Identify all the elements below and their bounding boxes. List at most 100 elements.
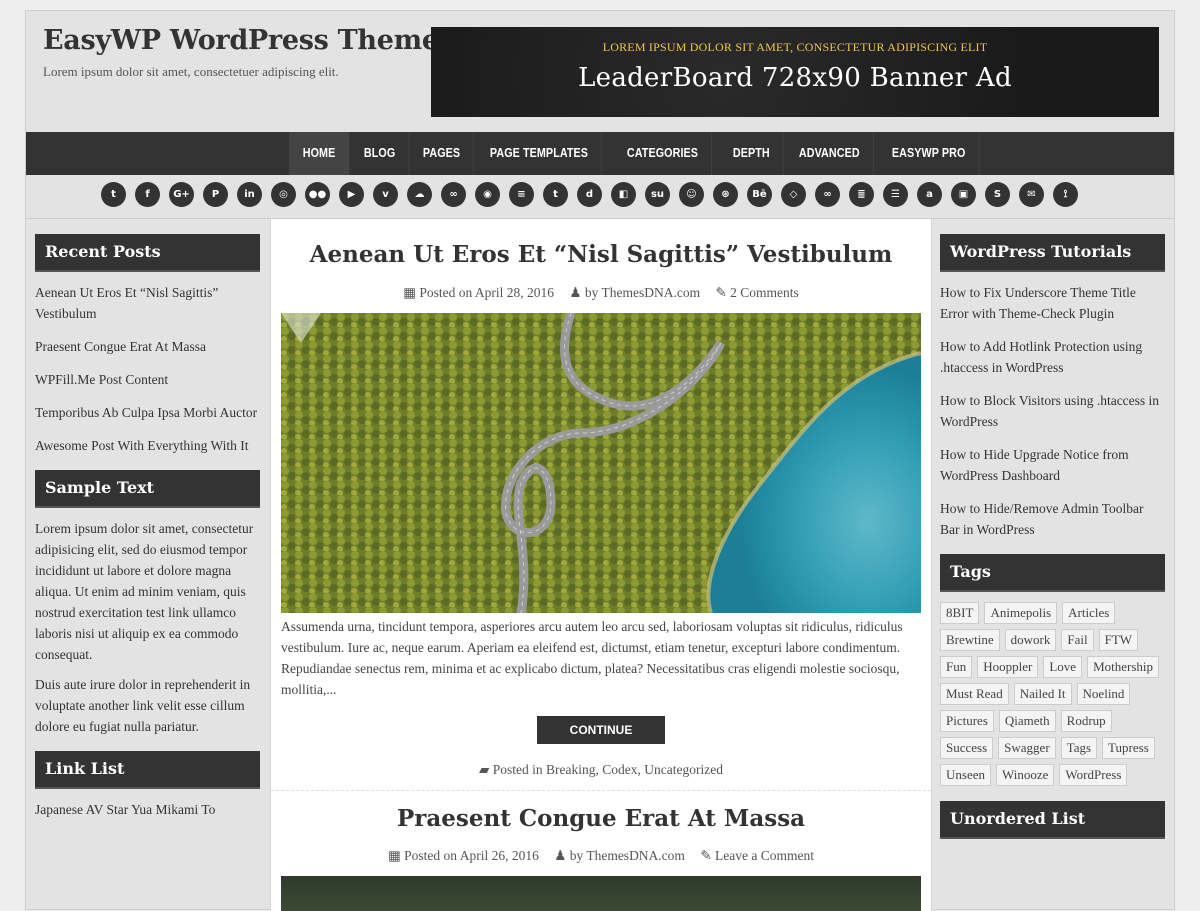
post-date[interactable]: April 28, 2016 <box>475 285 554 300</box>
feed-list-icon[interactable]: ☰ <box>883 182 908 207</box>
tag[interactable]: Articles <box>1062 602 1116 624</box>
tag[interactable]: Love <box>1043 656 1083 678</box>
tag[interactable]: Hooppler <box>977 656 1039 678</box>
tag[interactable]: Nailed It <box>1013 683 1072 705</box>
post-comments: ✎ Leave a Comment <box>700 848 814 863</box>
nav-item-blog[interactable]: BLOG <box>351 132 409 175</box>
nav-item-pages[interactable]: PAGES <box>410 132 475 175</box>
user-icon: ♟ <box>569 285 582 300</box>
post-thumbnail[interactable] <box>281 313 921 613</box>
dribbble-icon[interactable]: ⊛ <box>713 182 738 207</box>
list-item[interactable]: How to Block Visitors using .htaccess in… <box>940 390 1165 432</box>
stackoverflow-icon[interactable]: ≡ <box>509 182 534 207</box>
facebook-icon[interactable]: f <box>135 182 160 207</box>
slideshare-icon[interactable]: ∞ <box>815 182 840 207</box>
list-item[interactable]: How to Add Hotlink Protection using .hta… <box>940 336 1165 378</box>
tag[interactable]: Rodrup <box>1060 710 1112 732</box>
continue-reading-button[interactable]: CONTINUE READING... <box>537 716 665 765</box>
nav-item-easywp-pro[interactable]: EASYWP PRO <box>879 132 980 175</box>
github-alt-icon[interactable]: ▣ <box>951 182 976 207</box>
list-item[interactable]: Aenean Ut Eros Et “Nisl Sagittis” Vestib… <box>35 282 260 324</box>
nav-item-categories[interactable]: CATEGORIES <box>614 132 712 175</box>
delicious-icon[interactable]: ◧ <box>611 182 636 207</box>
post-thumbnail[interactable] <box>281 876 921 911</box>
posted-on: ▦ Posted on April 26, 2016 <box>388 848 539 863</box>
tag[interactable]: dowork <box>1004 629 1057 651</box>
category-links[interactable]: Breaking, Codex, Uncategorized <box>546 762 723 777</box>
nav-item-home[interactable]: HOME <box>289 132 350 175</box>
tag[interactable]: Must Read <box>940 683 1009 705</box>
post-separator <box>271 790 931 791</box>
tag[interactable]: Unseen <box>940 764 991 786</box>
author-link[interactable]: ThemesDNA.com <box>586 848 685 863</box>
google-plus-icon[interactable]: G+ <box>169 182 194 207</box>
calendar-icon: ▦ <box>403 285 416 300</box>
list-item[interactable]: How to Fix Underscore Theme Title Error … <box>940 282 1165 324</box>
sample-text-widget: Lorem ipsum dolor sit amet, consectetur … <box>35 518 260 737</box>
nav-item-page-templates[interactable]: PAGE TEMPLATES <box>477 132 602 175</box>
right-sidebar: WordPress Tutorials How to Fix Underscor… <box>940 234 1165 849</box>
author-link[interactable]: ThemesDNA.com <box>601 285 700 300</box>
post-title[interactable]: Aenean Ut Eros Et “Nisl Sagittis” Vestib… <box>271 241 931 268</box>
youtube-icon[interactable]: ▶ <box>339 182 364 207</box>
tag[interactable]: Brewtine <box>940 629 1000 651</box>
rss-icon[interactable]: ⟟ <box>1053 182 1078 207</box>
list-item[interactable]: How to Hide/Remove Admin Toolbar Bar in … <box>940 498 1165 540</box>
instagram-icon[interactable]: ◎ <box>271 182 296 207</box>
pinterest-icon[interactable]: P <box>203 182 228 207</box>
comments-link[interactable]: Leave a Comment <box>715 848 814 863</box>
comments-link[interactable]: 2 Comments <box>730 285 799 300</box>
tag[interactable]: Tupress <box>1102 737 1155 759</box>
tag[interactable]: Animepolis <box>984 602 1058 624</box>
nav-item-advanced[interactable]: ADVANCED <box>786 132 873 175</box>
skype-icon[interactable]: S <box>985 182 1010 207</box>
tag[interactable]: Mothership <box>1087 656 1160 678</box>
by-label: by <box>569 848 584 863</box>
tag-cloud: 8BIT Animepolis Articles Brewtine dowork… <box>940 602 1165 786</box>
tag[interactable]: Swagger <box>998 737 1056 759</box>
tag[interactable]: Fun <box>940 656 973 678</box>
calendar-icon: ▦ <box>388 848 401 863</box>
tag[interactable]: Success <box>940 737 994 759</box>
list-item[interactable]: How to Hide Upgrade Notice from WordPres… <box>940 444 1165 486</box>
tag[interactable]: Qiameth <box>998 710 1056 732</box>
tag[interactable]: FTW <box>1098 629 1139 651</box>
tag[interactable]: Tags <box>1060 737 1098 759</box>
posted-on-label: Posted on <box>404 848 458 863</box>
flickr-icon[interactable]: ●● <box>305 182 330 207</box>
github-icon[interactable]: ◉ <box>475 182 500 207</box>
behance-icon[interactable]: Bē <box>747 182 772 207</box>
post-title[interactable]: Praesent Congue Erat At Massa <box>271 805 931 832</box>
comments-icon: ✎ <box>700 848 712 863</box>
digg-icon[interactable]: d <box>577 182 602 207</box>
tag[interactable]: Winooze <box>996 764 1055 786</box>
leaderboard-banner-ad[interactable]: LOREM IPSUM DOLOR SIT AMET, CONSECTETUR … <box>431 27 1159 117</box>
list-item[interactable]: Temporibus Ab Culpa Ipsa Morbi Auctor <box>35 402 260 423</box>
lastfm-icon[interactable]: ∞ <box>441 182 466 207</box>
recent-posts-list: Aenean Ut Eros Et “Nisl Sagittis” Vestib… <box>35 282 260 456</box>
list-item[interactable]: Awesome Post With Everything With It <box>35 435 260 456</box>
email-icon[interactable]: ✉ <box>1019 182 1044 207</box>
tumblr-icon[interactable]: t <box>543 182 568 207</box>
list-item[interactable]: WPFill.Me Post Content <box>35 369 260 390</box>
tag[interactable]: Fail <box>1061 629 1094 651</box>
post-date[interactable]: April 26, 2016 <box>460 848 539 863</box>
stumbleupon-icon[interactable]: su <box>645 182 670 207</box>
widget-title-unordered-list: Unordered List <box>940 801 1165 839</box>
amazon-icon[interactable]: a <box>917 182 942 207</box>
stack-exchange-icon[interactable]: ≣ <box>849 182 874 207</box>
tag[interactable]: Noelind <box>1076 683 1131 705</box>
nav-item-depth[interactable]: DEPTH <box>720 132 784 175</box>
vimeo-icon[interactable]: v <box>373 182 398 207</box>
reddit-icon[interactable]: ☺ <box>679 182 704 207</box>
list-item[interactable]: Praesent Congue Erat At Massa <box>35 336 260 357</box>
list-item[interactable]: Japanese AV Star Yua Mikami To <box>35 799 260 820</box>
twitter-icon[interactable]: t <box>101 182 126 207</box>
linkedin-icon[interactable]: in <box>237 182 262 207</box>
codepen-icon[interactable]: ◇ <box>781 182 806 207</box>
site-title[interactable]: EasyWP WordPress Theme <box>43 25 439 56</box>
tag[interactable]: 8BIT <box>940 602 980 624</box>
soundcloud-icon[interactable]: ☁ <box>407 182 432 207</box>
tag[interactable]: Pictures <box>940 710 994 732</box>
tag[interactable]: WordPress <box>1059 764 1128 786</box>
